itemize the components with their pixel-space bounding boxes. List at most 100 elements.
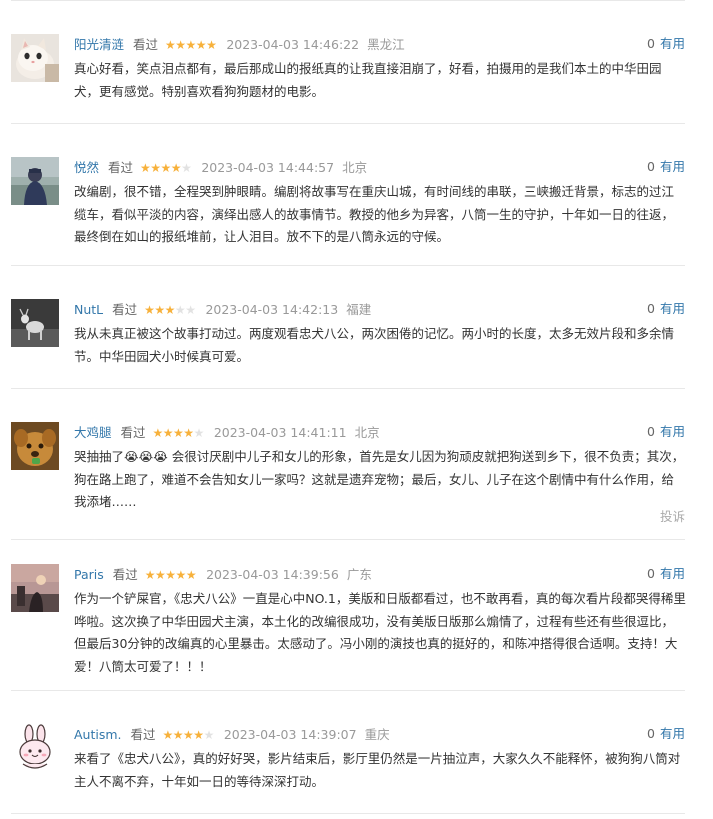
review-content: 哭抽抽了😭😭😭 会很讨厌剧中儿子和女儿的形象，首先是女儿因为狗顽皮就把狗送到乡下…: [74, 449, 685, 509]
review-time: 2023-04-03 14:44:57: [201, 159, 335, 175]
star-icon: ★: [175, 567, 187, 582]
divider: [11, 388, 685, 389]
username-link[interactable]: Paris: [74, 565, 104, 585]
review-time: 2023-04-03 14:39:56: [206, 566, 339, 582]
review-content: 改编剧，很不错，全程哭到肿眼睛。编剧将故事写在重庆山城，有时间线的串联，三峡搬迁…: [74, 184, 675, 244]
useful-button[interactable]: 有用: [660, 424, 685, 439]
useful-button[interactable]: 有用: [660, 566, 685, 581]
useful-vote: 0 有用: [647, 34, 685, 54]
username-link[interactable]: 大鸡腿: [74, 423, 112, 443]
useful-button[interactable]: 有用: [660, 36, 685, 51]
watched-status: 看过: [130, 726, 156, 742]
star-icon: ★: [162, 425, 174, 440]
star-icon: ★: [206, 37, 217, 52]
useful-vote: 0 有用: [647, 564, 685, 584]
star-icon: ★: [172, 727, 184, 742]
top-divider: [11, 0, 685, 1]
star-icon: ★: [193, 425, 205, 440]
rating-stars: ★★★★★: [152, 423, 205, 443]
star-icon: ★: [152, 425, 164, 440]
useful-count: 0: [647, 424, 655, 439]
username-link[interactable]: 悦然: [74, 158, 99, 178]
useful-vote: 0 有用: [647, 422, 685, 442]
report-link[interactable]: 投诉: [660, 506, 685, 525]
review-meta: 悦然 看过 ★★★★★ 2023-04-03 14:44:57 北京: [74, 157, 367, 177]
avatar[interactable]: [11, 564, 59, 612]
useful-button[interactable]: 有用: [660, 726, 685, 741]
star-icon: ★: [185, 37, 197, 52]
avatar[interactable]: [11, 422, 59, 470]
star-icon: ★: [140, 160, 151, 175]
review-time: 2023-04-03 14:46:22: [226, 36, 360, 52]
rating-stars: ★★★★★: [140, 158, 192, 178]
divider: [11, 123, 685, 124]
star-icon: ★: [173, 425, 184, 440]
star-icon: ★: [160, 160, 172, 175]
star-icon: ★: [170, 160, 182, 175]
avatar[interactable]: [11, 34, 59, 82]
star-icon: ★: [195, 37, 207, 52]
star-icon: ★: [155, 567, 166, 582]
review-location: 福建: [346, 301, 372, 317]
review-location: 广东: [346, 566, 372, 582]
username-link[interactable]: 阳光清涟: [74, 35, 124, 55]
star-icon: ★: [203, 727, 215, 742]
watched-status: 看过: [120, 424, 146, 440]
useful-count: 0: [647, 726, 655, 741]
review-time: 2023-04-03 14:41:11: [213, 424, 347, 440]
star-icon: ★: [165, 567, 176, 582]
useful-vote: 0 有用: [647, 299, 685, 319]
star-icon: ★: [174, 302, 186, 317]
useful-count: 0: [647, 301, 655, 316]
useful-vote: 0 有用: [647, 724, 685, 744]
useful-button[interactable]: 有用: [660, 301, 685, 316]
rating-stars: ★★★★★: [144, 565, 197, 585]
avatar[interactable]: [11, 299, 59, 347]
useful-button[interactable]: 有用: [660, 159, 685, 174]
review-time: 2023-04-03 14:42:13: [205, 301, 339, 317]
watched-status: 看过: [108, 159, 134, 175]
review-content: 我从未真正被这个故事打动过。两度观看忠犬八公，两次困倦的记忆。两小时的长度，太多…: [74, 326, 675, 364]
avatar[interactable]: [11, 157, 59, 205]
star-icon: ★: [185, 302, 196, 317]
star-icon: ★: [154, 302, 165, 317]
star-icon: ★: [183, 425, 194, 440]
star-icon: ★: [164, 302, 176, 317]
watched-status: 看过: [133, 36, 159, 52]
star-icon: ★: [183, 727, 194, 742]
useful-count: 0: [647, 566, 655, 581]
rating-stars: ★★★★★: [144, 300, 196, 320]
divider: [11, 539, 685, 540]
star-icon: ★: [181, 160, 192, 175]
star-icon: ★: [144, 567, 156, 582]
star-icon: ★: [193, 727, 204, 742]
useful-count: 0: [647, 159, 655, 174]
star-icon: ★: [144, 302, 155, 317]
review-content: 来看了《忠犬八公》，真的好好哭，影片结束后，影厅里仍然是一片抽泣声，大家久久不能…: [74, 751, 681, 789]
review-meta: NutL 看过 ★★★★★ 2023-04-03 14:42:13 福建: [74, 299, 371, 319]
review-content: 真心好看，笑点泪点都有，最后那成山的报纸真的让我直接泪崩了，好看，拍摄用的是我们…: [74, 61, 662, 99]
review-location: 黑龙江: [367, 36, 405, 52]
star-icon: ★: [185, 567, 197, 582]
username-link[interactable]: Autism.: [74, 725, 122, 745]
review-location: 重庆: [364, 726, 390, 742]
divider: [11, 265, 685, 266]
star-icon: ★: [150, 160, 161, 175]
avatar[interactable]: [11, 724, 59, 772]
review-meta: Paris 看过 ★★★★★ 2023-04-03 14:39:56 广东: [74, 564, 372, 584]
useful-vote: 0 有用: [647, 157, 685, 177]
watched-status: 看过: [112, 566, 138, 582]
star-icon: ★: [162, 727, 174, 742]
star-icon: ★: [175, 37, 186, 52]
rating-stars: ★★★★★: [162, 725, 215, 745]
review-meta: 大鸡腿 看过 ★★★★★ 2023-04-03 14:41:11 北京: [74, 422, 380, 442]
watched-status: 看过: [112, 301, 138, 317]
star-icon: ★: [165, 37, 176, 52]
review-time: 2023-04-03 14:39:07: [223, 726, 357, 742]
useful-count: 0: [647, 36, 655, 51]
username-link[interactable]: NutL: [74, 300, 103, 320]
review-meta: Autism. 看过 ★★★★★ 2023-04-03 14:39:07 重庆: [74, 724, 390, 744]
divider: [11, 813, 685, 814]
review-location: 北京: [342, 159, 368, 175]
rating-stars: ★★★★★: [165, 35, 217, 55]
